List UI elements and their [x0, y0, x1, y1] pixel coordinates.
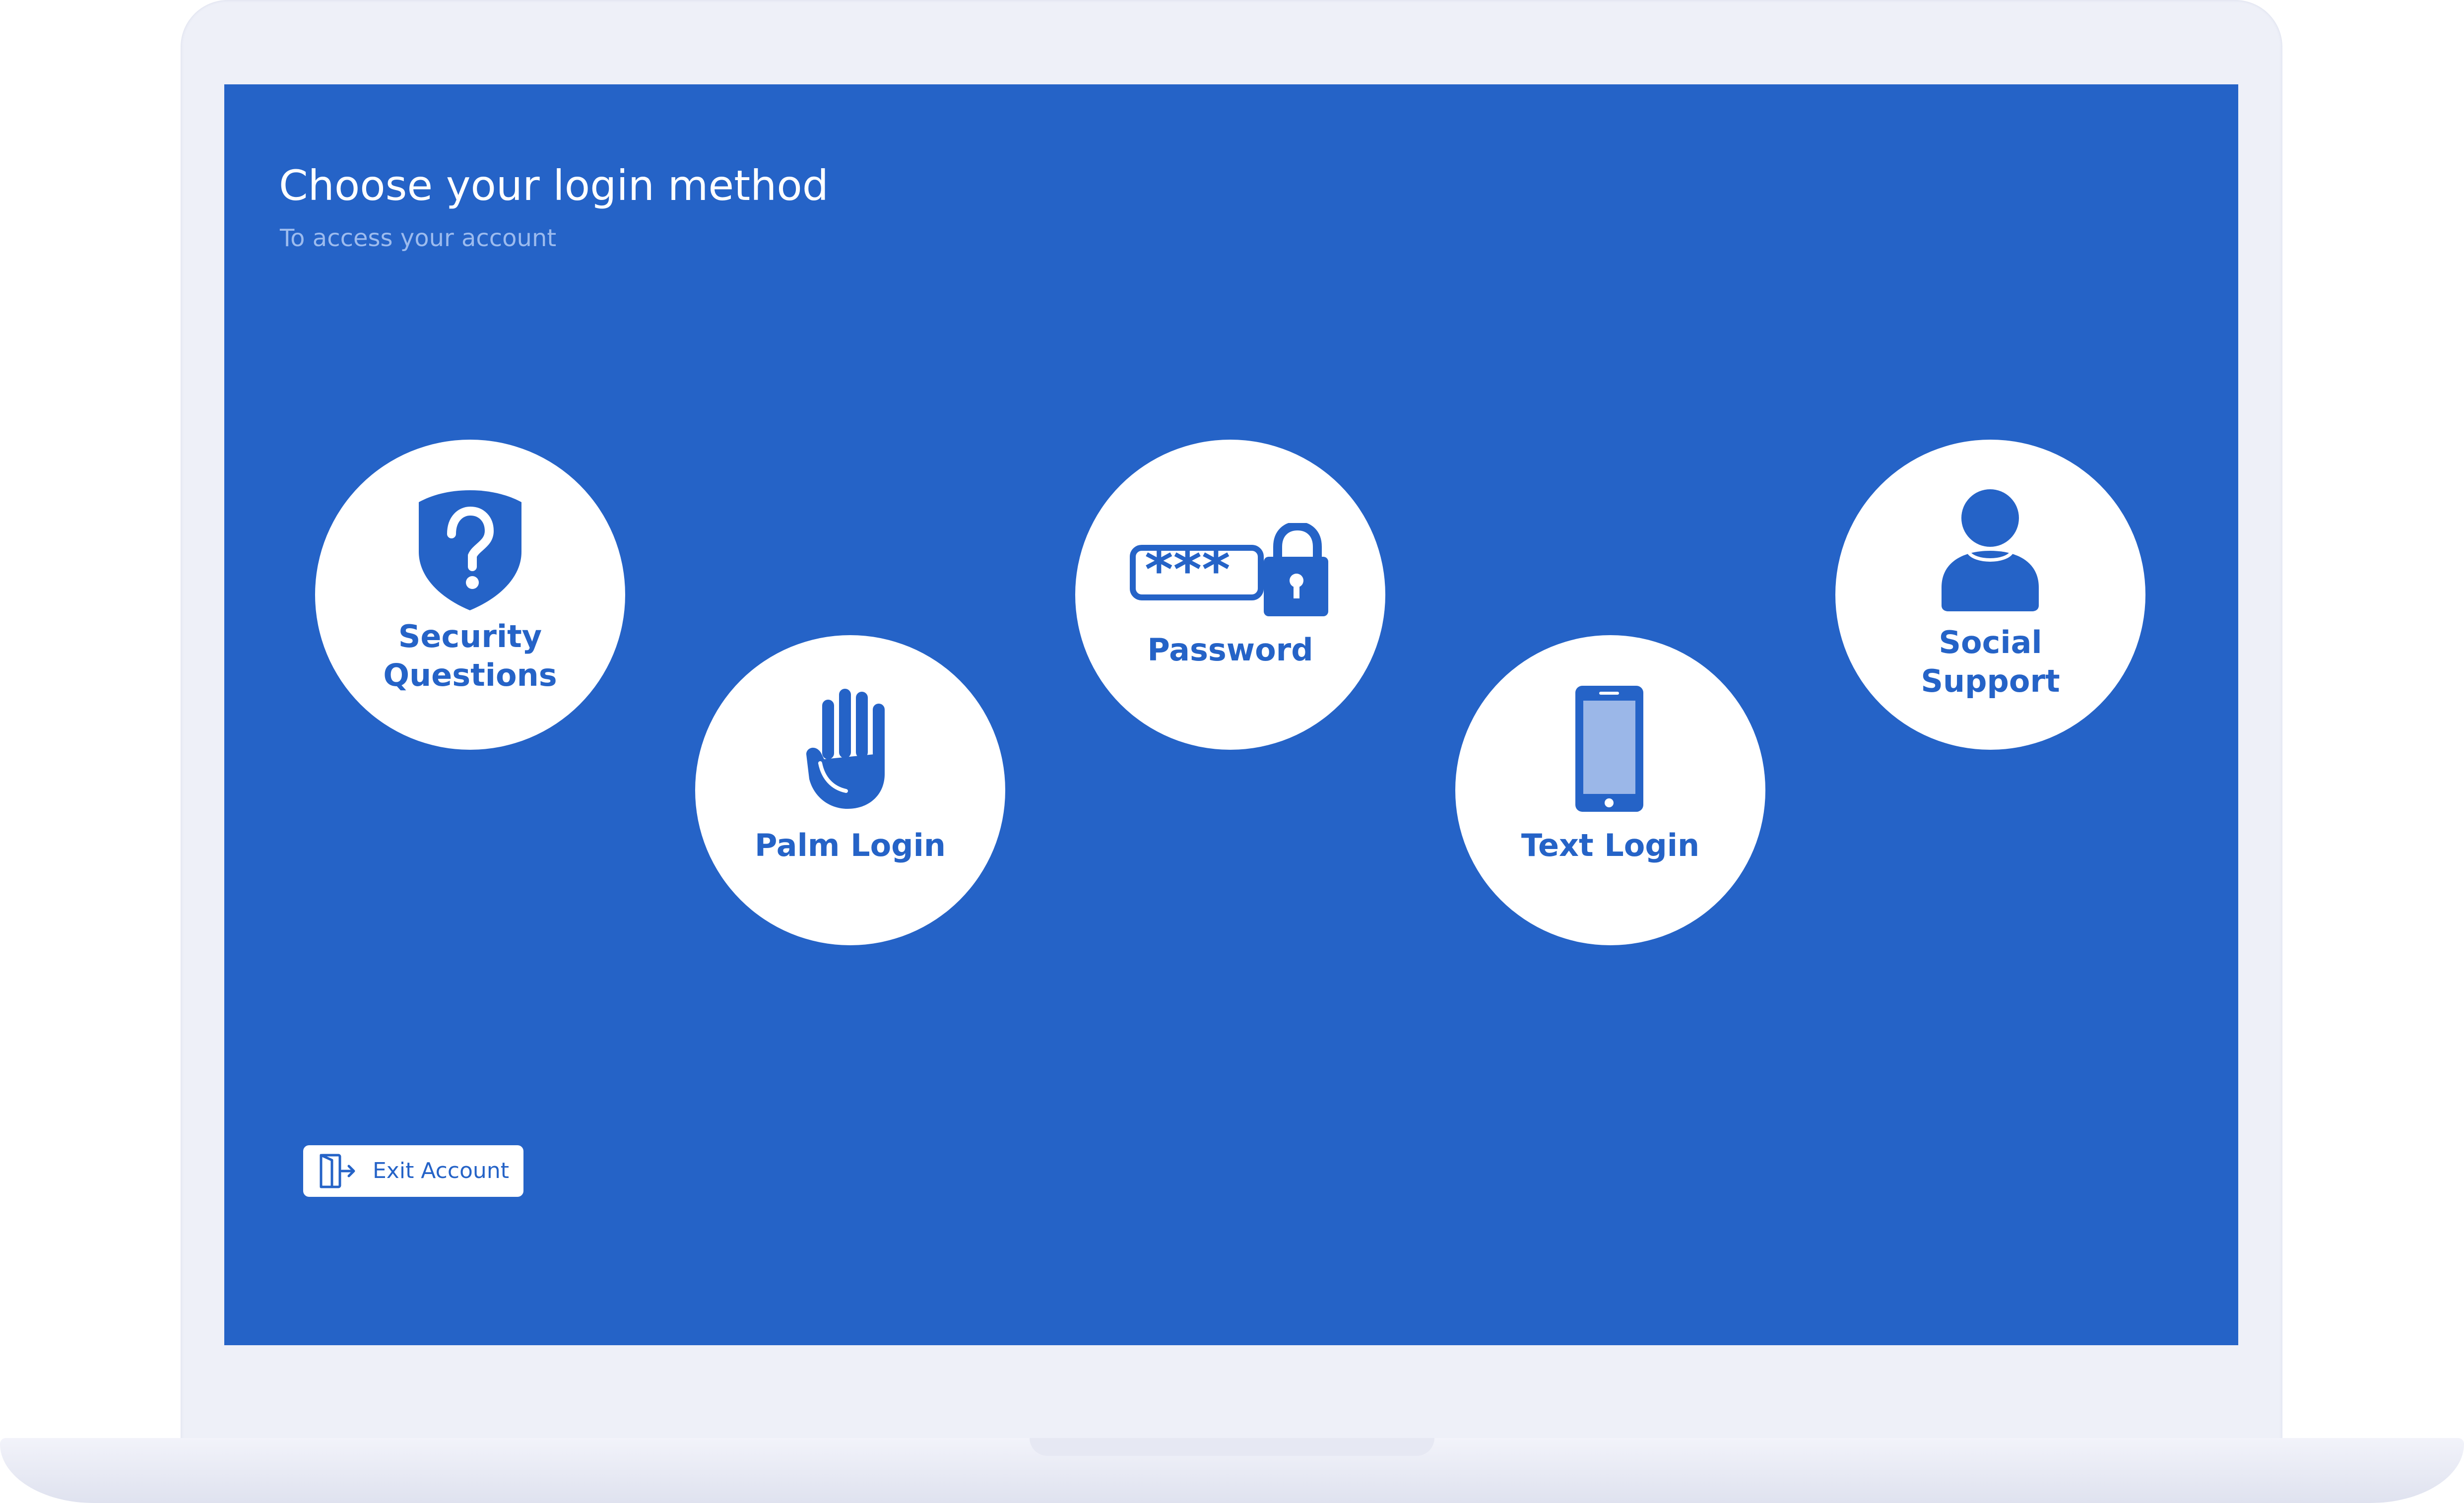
- palm-login-option[interactable]: Palm Login: [695, 635, 1005, 945]
- laptop-mockup: Choose your login method To access your …: [0, 0, 2464, 1503]
- text-login-label: Text Login: [1521, 827, 1700, 863]
- shield-question-icon: [419, 490, 521, 610]
- exit-account-button[interactable]: Exit Account: [303, 1145, 523, 1197]
- security-questions-label: Security Questions: [383, 618, 557, 693]
- page-subtitle: To access your account: [280, 224, 557, 252]
- page-title: Choose your login method: [279, 161, 829, 210]
- svg-text:***: ***: [1145, 538, 1231, 601]
- login-method-screen: Choose your login method To access your …: [224, 84, 2238, 1345]
- password-option[interactable]: *** Password: [1075, 440, 1385, 750]
- password-label: Password: [1147, 632, 1313, 668]
- exit-door-icon: [320, 1154, 355, 1188]
- person-icon: [1942, 489, 2039, 611]
- palm-login-label: Palm Login: [755, 827, 946, 863]
- text-login-option[interactable]: Text Login: [1455, 635, 1765, 945]
- mobile-phone-icon: [1575, 686, 1643, 812]
- palm-hand-icon: [806, 689, 885, 809]
- social-support-label: Social Support: [1921, 624, 2060, 699]
- laptop-base-notch: [1030, 1438, 1434, 1456]
- password-lock-icon: ***: [1130, 523, 1328, 616]
- exit-account-label: Exit Account: [373, 1158, 509, 1183]
- security-questions-option[interactable]: Security Questions: [315, 440, 625, 750]
- social-support-option[interactable]: Social Support: [1835, 440, 2145, 750]
